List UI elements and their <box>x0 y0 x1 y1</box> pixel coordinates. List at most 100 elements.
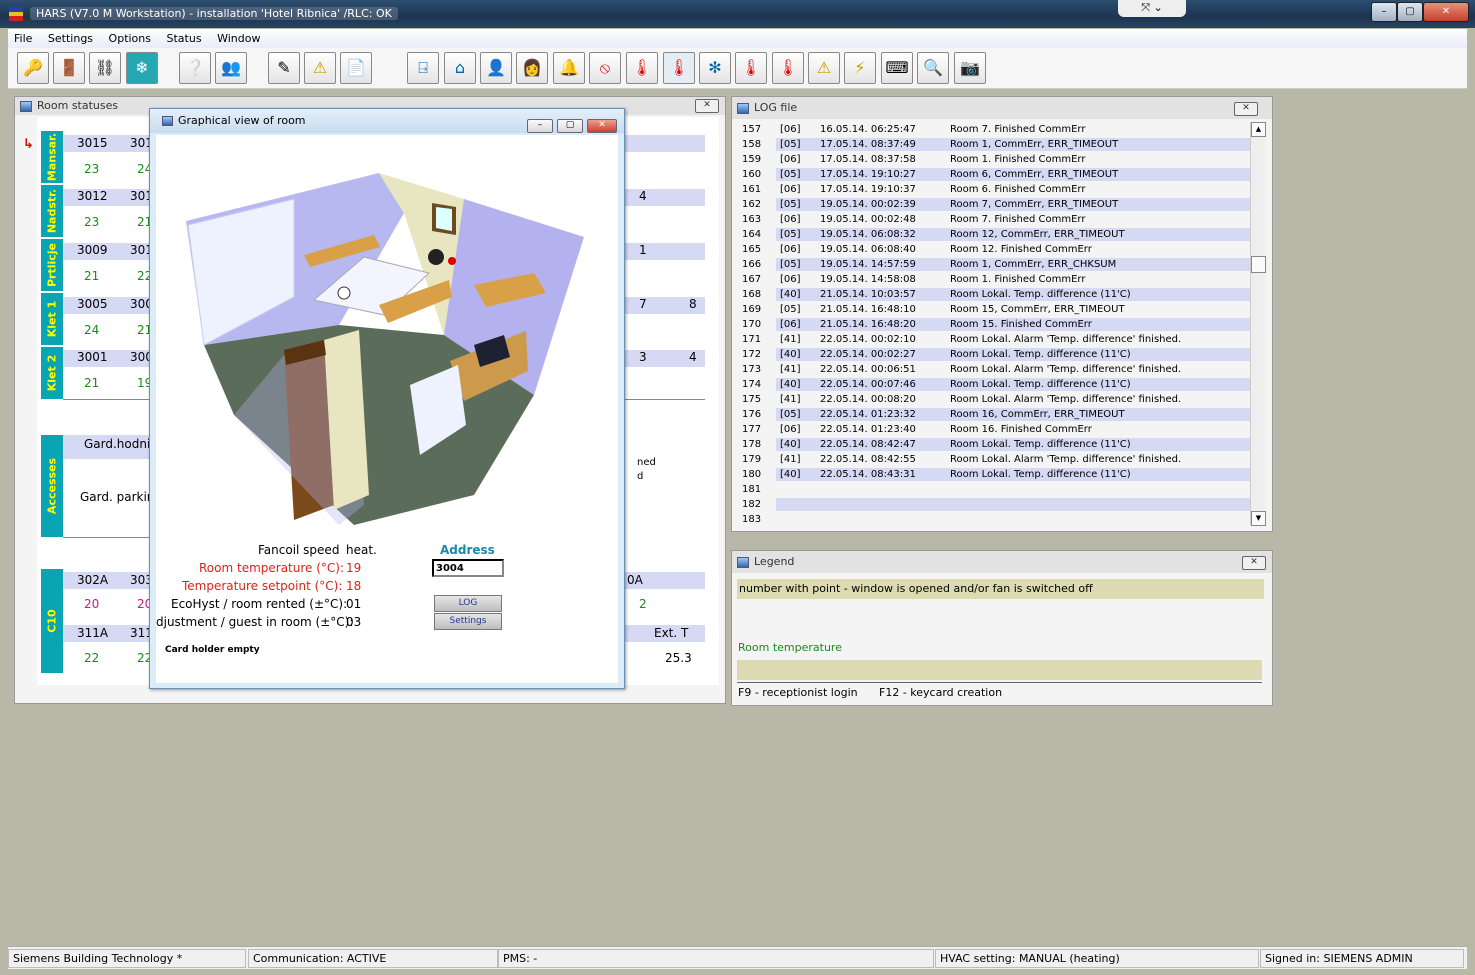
room-number[interactable]: 4 <box>689 350 697 364</box>
room-number[interactable]: 3009 <box>77 243 108 257</box>
log-row-time: 19.05.14. 06:08:32 <box>820 229 916 240</box>
door-person-icon[interactable]: 🚪 <box>53 52 85 84</box>
room-number[interactable]: 1 <box>639 243 647 257</box>
thermostat-wc-icon[interactable]: 🌡 <box>735 52 767 84</box>
log-row[interactable]: 174 [40] 22.05.14. 00:07:46 Room Lokal. Tem… <box>738 377 1250 392</box>
log-row[interactable]: 176 [05] 22.05.14. 01:23:32 Room 16, CommEr… <box>738 407 1250 422</box>
camera-icon[interactable]: 📷 <box>954 52 986 84</box>
document-icon[interactable]: 📄 <box>340 52 372 84</box>
lightning-warning-icon[interactable]: ⚡ <box>844 52 876 84</box>
log-row[interactable]: 164 [05] 19.05.14. 06:08:32 Room 12, CommEr… <box>738 227 1250 242</box>
log-row[interactable]: 166 [05] 19.05.14. 14:57:59 Room 1, CommErr… <box>738 257 1250 272</box>
scroll-down-icon[interactable]: ▼ <box>1251 511 1266 526</box>
log-button[interactable]: LOG <box>434 595 502 612</box>
help-key-icon[interactable]: ❔ <box>179 52 211 84</box>
fan-icon[interactable]: ✻ <box>699 52 731 84</box>
keyboard-icon[interactable]: ⌨ <box>881 52 913 84</box>
menu-file[interactable]: File <box>8 29 38 47</box>
log-row[interactable]: 160 [05] 17.05.14. 19:10:27 Room 6, CommErr… <box>738 167 1250 182</box>
close-icon[interactable]: ✕ <box>1423 2 1469 22</box>
room-number[interactable]: 302A <box>77 573 108 587</box>
log-row[interactable]: 172 [40] 22.05.14. 00:02:27 Room Lokal. Tem… <box>738 347 1250 362</box>
bell-icon[interactable]: 🔔 <box>553 52 585 84</box>
log-row[interactable]: 159 [06] 17.05.14. 08:37:58 Room 1. Finishe… <box>738 152 1250 167</box>
log-row[interactable]: 171 [41] 22.05.14. 00:02:10 Room Lokal. Ala… <box>738 332 1250 347</box>
log-row[interactable]: 177 [06] 22.05.14. 01:23:40 Room 16. Finish… <box>738 422 1250 437</box>
menu-settings[interactable]: Settings <box>42 29 99 47</box>
room-number[interactable]: 8 <box>689 297 697 311</box>
log-header: LOG file ✕ <box>732 97 1272 119</box>
room-number[interactable]: 311A <box>77 626 108 640</box>
settings-button[interactable]: Settings <box>434 613 502 630</box>
alarm-thermometer-icon[interactable]: ⚠ <box>808 52 840 84</box>
receptionist-icon[interactable]: 👤 <box>480 52 512 84</box>
log-row[interactable]: 180 [40] 22.05.14. 08:43:31 Room Lokal. Tem… <box>738 467 1250 482</box>
keys-person-icon[interactable]: 🔑 <box>17 52 49 84</box>
floor-label[interactable]: Prtlicje <box>41 239 63 291</box>
log-row[interactable]: 163 [06] 19.05.14. 00:02:48 Room 7. Finishe… <box>738 212 1250 227</box>
maximize-icon[interactable]: ▢ <box>1397 2 1423 22</box>
no-entry-icon[interactable]: ⦸ <box>589 52 621 84</box>
thermostat-icon[interactable]: 🌡 <box>626 52 658 84</box>
room-number[interactable]: 4 <box>639 189 647 203</box>
window-extra-controls[interactable]: ⤧ ⌄ <box>1118 0 1186 17</box>
log-row[interactable]: 168 [40] 21.05.14. 10:03:57 Room Lokal. Tem… <box>738 287 1250 302</box>
log-scrollbar[interactable]: ▲ ▼ <box>1250 122 1266 526</box>
accesses-label[interactable]: Accesses <box>41 435 63 537</box>
floor-label[interactable]: Klet 1 <box>41 293 63 345</box>
address-input[interactable] <box>432 559 504 577</box>
room-number[interactable]: 3015 <box>77 136 108 150</box>
log-row[interactable]: 181 <box>738 482 1250 497</box>
menu-status[interactable]: Status <box>161 29 208 47</box>
log-row-time: 22.05.14. 08:43:31 <box>820 469 916 480</box>
key-search-icon[interactable]: 🔍 <box>917 52 949 84</box>
close-icon[interactable]: ✕ <box>587 119 617 133</box>
maximize-icon[interactable]: ▢ <box>557 119 583 133</box>
log-row[interactable]: 161 [06] 17.05.14. 19:10:37 Room 6. Finishe… <box>738 182 1250 197</box>
access-name[interactable]: Gard.hodnik <box>84 437 157 451</box>
room-number[interactable]: 0A <box>627 573 643 587</box>
warning-sign-icon[interactable]: ⚠ <box>304 52 336 84</box>
pencil-icon[interactable]: ✎ <box>268 52 300 84</box>
snowflake-icon[interactable]: ❄ <box>126 52 158 84</box>
log-row[interactable]: 182 <box>738 497 1250 512</box>
network-icon[interactable]: ⛓ <box>89 52 121 84</box>
room-number[interactable]: 7 <box>639 297 647 311</box>
log-row[interactable]: 167 [06] 19.05.14. 14:58:08 Room 1. Finishe… <box>738 272 1250 287</box>
thermometer-wc-icon[interactable]: 🌡 <box>772 52 804 84</box>
floor-label[interactable]: Nadstr. <box>41 185 63 237</box>
menu-options[interactable]: Options <box>103 29 157 47</box>
minimize-icon[interactable]: – <box>1371 2 1397 22</box>
close-icon[interactable]: ✕ <box>695 99 719 113</box>
floor-label[interactable]: Mansar. <box>41 131 63 183</box>
log-row[interactable]: 175 [41] 22.05.14. 00:08:20 Room Lokal. Ala… <box>738 392 1250 407</box>
scroll-thumb[interactable] <box>1251 256 1266 273</box>
room-number[interactable]: 3005 <box>77 297 108 311</box>
floor-label[interactable]: Klet 2 <box>41 347 63 399</box>
log-row[interactable]: 170 [06] 21.05.14. 16:48:20 Room 15. Finish… <box>738 317 1250 332</box>
minimize-icon[interactable]: – <box>527 119 553 133</box>
group-icon[interactable]: 👥 <box>215 52 247 84</box>
room-number[interactable]: 3012 <box>77 189 108 203</box>
log-row[interactable]: 173 [41] 22.05.14. 00:06:51 Room Lokal. Ala… <box>738 362 1250 377</box>
menu-window[interactable]: Window <box>211 29 266 47</box>
close-icon[interactable]: ✕ <box>1242 556 1266 570</box>
log-row[interactable]: 162 [05] 19.05.14. 00:02:39 Room 7, CommErr… <box>738 197 1250 212</box>
close-icon[interactable]: ✕ <box>1234 102 1258 116</box>
log-row[interactable]: 183 <box>738 512 1250 527</box>
log-row[interactable]: 165 [06] 19.05.14. 06:08:40 Room 12. Finish… <box>738 242 1250 257</box>
log-row[interactable]: 169 [05] 21.05.14. 16:48:10 Room 15, CommEr… <box>738 302 1250 317</box>
log-row[interactable]: 157 [06] 16.05.14. 06:25:47 Room 7. Finishe… <box>738 122 1250 137</box>
scroll-up-icon[interactable]: ▲ <box>1251 122 1266 137</box>
log-row[interactable]: 158 [05] 17.05.14. 08:37:49 Room 1, CommErr… <box>738 137 1250 152</box>
room-number[interactable]: 3 <box>639 350 647 364</box>
log-row[interactable]: 178 [40] 22.05.14. 08:42:47 Room Lokal. Tem… <box>738 437 1250 452</box>
c10-label[interactable]: C10 <box>41 569 63 673</box>
building-icon[interactable]: ⌂ <box>444 52 476 84</box>
log-row[interactable]: 179 [41] 22.05.14. 08:42:55 Room Lokal. Ala… <box>738 452 1250 467</box>
maid-icon[interactable]: 👩 <box>516 52 548 84</box>
legend-room-temp: Room temperature <box>738 641 842 654</box>
thermometer-icon[interactable]: 🌡 <box>663 52 695 84</box>
room-number[interactable]: 3001 <box>77 350 108 364</box>
open-door-icon[interactable]: ⍈ <box>407 52 439 84</box>
